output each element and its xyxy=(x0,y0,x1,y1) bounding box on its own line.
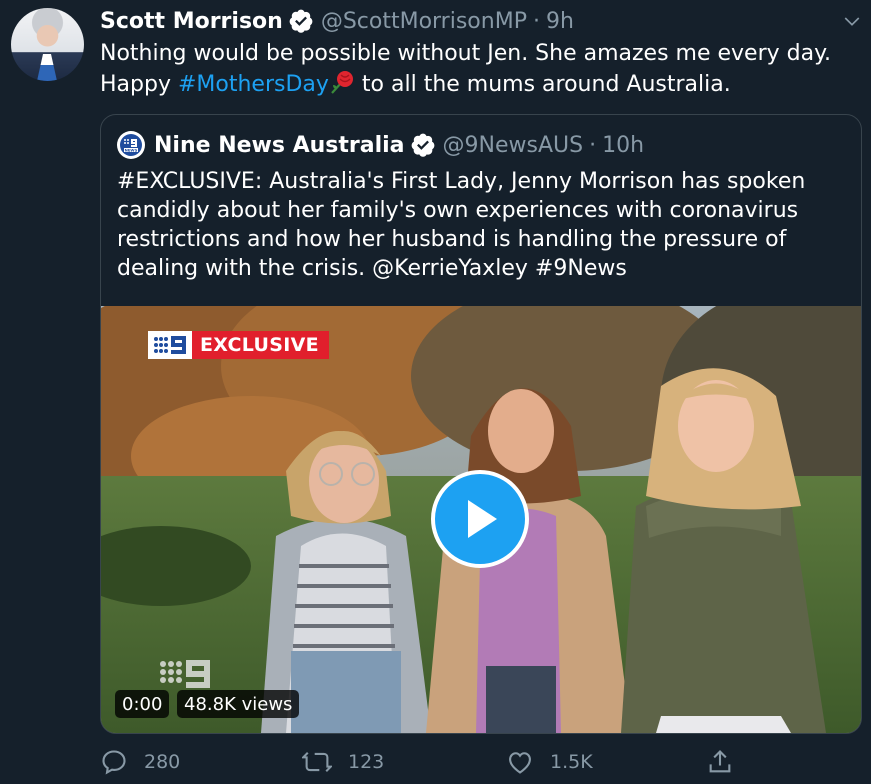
tweet-text-line2: Happy #MothersDay to all the mums around… xyxy=(100,69,860,100)
reply-icon xyxy=(102,750,126,775)
svg-text:NEWS: NEWS xyxy=(125,147,138,152)
tweet-text: Nothing would be possible without Jen. S… xyxy=(100,38,860,100)
quoted-tweet-card[interactable]: NEWS Nine News Australia @9NewsAUS · 10h… xyxy=(100,114,862,734)
nine-badge-icon xyxy=(148,331,192,359)
video-player[interactable]: EXCLUSIVE 0:00 48.8K views xyxy=(101,306,861,733)
author-avatar[interactable] xyxy=(11,8,84,81)
author-handle[interactable]: @ScottMorrisonMP xyxy=(321,9,527,34)
exclusive-badge: EXCLUSIVE xyxy=(148,331,329,359)
tweet-text-line1: Nothing would be possible without Jen. S… xyxy=(100,41,831,66)
quoted-tweet-text: #EXCLUSIVE: Australia's First Lady, Jenn… xyxy=(117,169,806,281)
verified-icon xyxy=(289,9,313,33)
play-icon xyxy=(468,500,497,538)
retweet-icon xyxy=(302,752,332,772)
like-count: 1.5K xyxy=(550,751,593,773)
exclusive-badge-label: EXCLUSIVE xyxy=(192,331,329,359)
like-button[interactable]: 1.5K xyxy=(506,748,593,776)
author-name[interactable]: Scott Morrison xyxy=(100,9,283,34)
like-icon xyxy=(509,752,531,774)
quoted-author-name[interactable]: Nine News Australia xyxy=(154,133,405,158)
video-view-count: 48.8K views xyxy=(177,690,300,718)
reply-button[interactable]: 280 xyxy=(100,748,180,776)
tweet-actions: 280 123 1.5K xyxy=(100,748,860,782)
quoted-tweet-timestamp[interactable]: 10h xyxy=(602,133,644,158)
hashtag-link[interactable]: #MothersDay xyxy=(178,72,329,97)
verified-icon xyxy=(411,133,434,157)
retweet-count: 123 xyxy=(348,751,385,773)
tweet-header: Scott Morrison @ScottMorrisonMP · 9h xyxy=(100,6,574,36)
video-timestamp: 0:00 xyxy=(115,690,170,718)
nine-logo-icon[interactable]: NEWS xyxy=(117,131,145,159)
retweet-button[interactable]: 123 xyxy=(302,748,384,776)
quoted-tweet-header: NEWS Nine News Australia @9NewsAUS · 10h xyxy=(117,129,644,161)
separator-dot: · xyxy=(589,132,597,158)
reply-count: 280 xyxy=(144,751,181,773)
tweet-timestamp[interactable]: 9h xyxy=(546,9,574,34)
quoted-author-handle[interactable]: @9NewsAUS xyxy=(443,133,584,158)
tweet-text-happy: Happy xyxy=(100,72,171,97)
share-icon xyxy=(709,750,731,773)
rose-emoji-icon xyxy=(331,71,353,94)
tweet-text-rest: to all the mums around Australia. xyxy=(361,72,731,97)
play-button[interactable] xyxy=(431,470,529,568)
separator-dot: · xyxy=(532,8,540,34)
share-button[interactable] xyxy=(706,748,750,776)
chevron-down-icon[interactable] xyxy=(843,12,861,30)
